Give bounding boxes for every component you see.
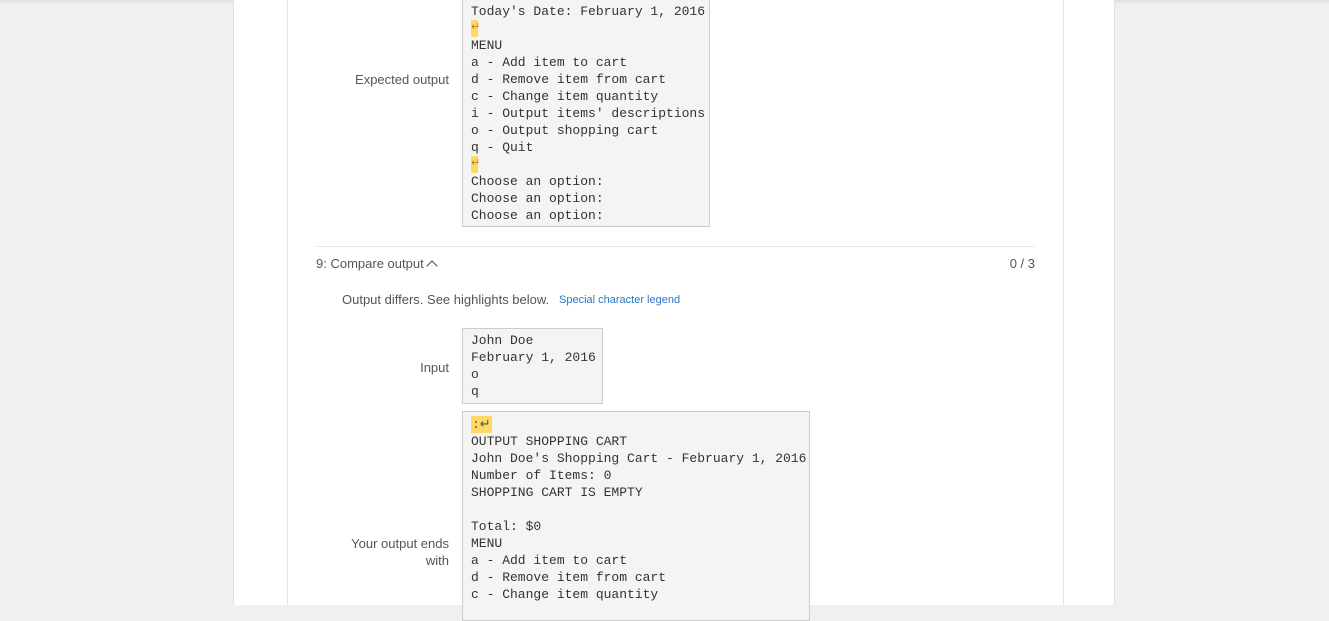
your-output-line: MENU <box>471 536 503 551</box>
divider <box>316 246 1035 247</box>
output-differs-message: Output differs. See highlights below. <box>342 292 550 307</box>
expected-output-line: Today's Date: February 1, 2016 <box>471 4 706 19</box>
input-line: February 1, 2016 <box>471 350 596 365</box>
newline-marker-icon: ↵ <box>471 156 480 173</box>
your-output-line <box>471 501 801 518</box>
expected-output-line: ↵ <box>471 20 701 37</box>
expected-output-line: q - Quit <box>471 140 534 155</box>
your-output-line: John Doe's Shopping Cart - February 1, 2… <box>471 451 807 466</box>
compare-output-toggle[interactable]: 9: Compare output <box>316 256 438 272</box>
input-line: John Doe <box>471 333 534 348</box>
input-label: Input <box>420 360 449 375</box>
diff-highlight: :↵ <box>471 416 492 433</box>
your-output-label-line2: with <box>425 553 449 568</box>
your-output-line: OUTPUT SHOPPING CART <box>471 434 628 449</box>
expected-output-label: Expected output <box>355 72 449 87</box>
your-output-box: :↵ OUTPUT SHOPPING CART John Doe's Shoppin… <box>462 411 810 621</box>
your-output-line: Total: $0 <box>471 519 542 534</box>
expected-output-line: i - Output items' descriptions <box>471 106 706 121</box>
your-output-line: d - Remove item from cart <box>471 570 667 585</box>
your-output-line: SHOPPING CART IS EMPTY <box>471 485 643 500</box>
special-character-legend-link[interactable]: Special character legend <box>559 294 680 306</box>
your-output-line: a - Add item to cart <box>471 553 628 568</box>
newline-marker-icon: ↵ <box>471 20 480 37</box>
expected-output-line: a - Add item to cart <box>471 55 628 70</box>
expected-output-box: Today's Date: February 1, 2016 ↵ MENU a - A… <box>462 0 710 227</box>
compare-output-title: 9: Compare output <box>316 256 424 271</box>
input-line: q <box>471 384 479 399</box>
expected-output-line: Choose an option: <box>471 174 604 189</box>
expected-output-line: Choose an option: <box>471 191 604 206</box>
expected-output-line: MENU <box>471 38 503 53</box>
chevron-up-icon <box>426 260 438 272</box>
input-line: o <box>471 367 479 382</box>
expected-output-line: d - Remove item from cart <box>471 72 667 87</box>
test-score: 0 / 3 <box>1009 256 1035 271</box>
expected-output-line: o - Output shopping cart <box>471 123 659 138</box>
your-output-line: Number of Items: 0 <box>471 468 612 483</box>
your-output-line: c - Change item quantity <box>471 587 659 602</box>
your-output-line: :↵ <box>471 416 801 433</box>
input-box: John Doe February 1, 2016 o q <box>462 328 603 404</box>
your-output-label-line1: Your output ends <box>351 536 449 551</box>
expected-output-line: Choose an option: <box>471 208 604 223</box>
expected-output-line: ↵ <box>471 156 701 173</box>
expected-output-line: c - Change item quantity <box>471 89 659 104</box>
your-output-label: Your output ends with <box>351 535 449 569</box>
